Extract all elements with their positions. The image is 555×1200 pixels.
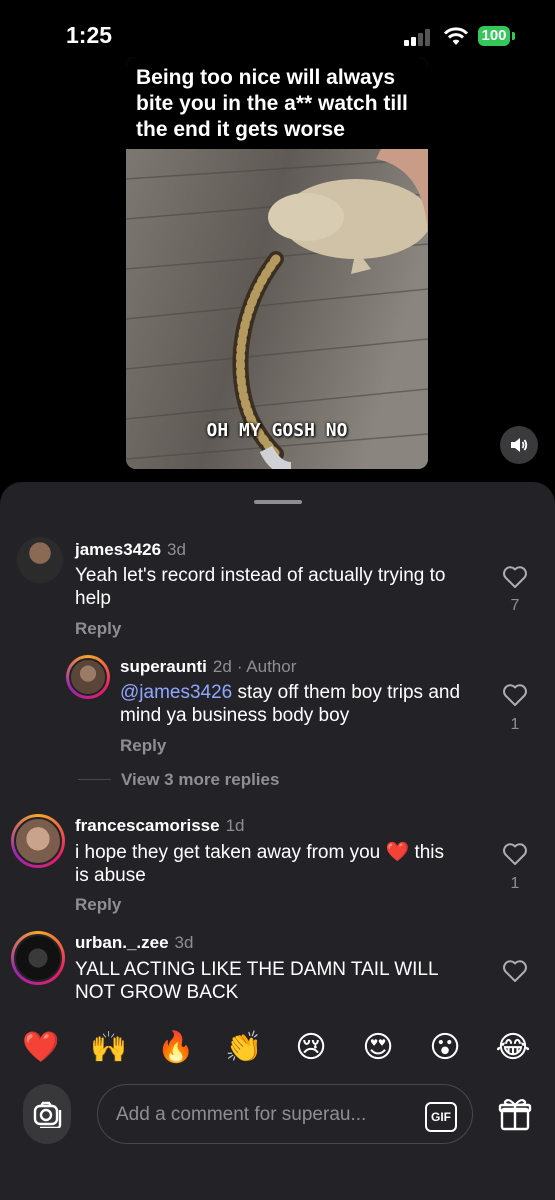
- heart-outline-icon[interactable]: [502, 842, 528, 866]
- gift-icon[interactable]: [498, 1097, 532, 1131]
- heart-outline-icon[interactable]: [502, 565, 528, 589]
- comment-age: 1d: [225, 816, 245, 835]
- video-overlay-text: OH MY GOSH NO: [206, 420, 348, 441]
- like-count: 1: [510, 716, 520, 733]
- emoji-raised-hands-button[interactable]: 🙌: [89, 1028, 129, 1068]
- emoji-fire-button[interactable]: 🔥: [156, 1028, 196, 1068]
- video-player[interactable]: Being too nice will always bite you in t…: [126, 57, 428, 469]
- like-count: 7: [510, 597, 520, 614]
- like-count: 1: [510, 875, 520, 892]
- comment-username[interactable]: superaunti 2d · Author: [120, 657, 296, 677]
- comment-text: Yeah let's record instead of actually tr…: [75, 565, 446, 609]
- reply-button[interactable]: Reply: [120, 736, 166, 756]
- comment-input[interactable]: Add a comment for superau... GIF: [97, 1084, 473, 1144]
- avatar[interactable]: [17, 537, 63, 583]
- comment-username[interactable]: james3426 3d: [75, 540, 186, 560]
- emoji-wow-button[interactable]: 😮: [425, 1028, 465, 1068]
- comment-text: @james3426 stay off them boy trips and m…: [120, 682, 461, 726]
- status-time: 1:25: [66, 22, 113, 48]
- battery-tip: [512, 32, 515, 40]
- emoji-clap-button[interactable]: 👏: [224, 1028, 264, 1068]
- video-caption-box: Being too nice will always bite you in t…: [126, 57, 428, 149]
- comment-age: 2d: [212, 657, 232, 676]
- comment-composer: Add a comment for superau... GIF: [0, 1080, 555, 1150]
- author-label: · Author: [236, 657, 297, 676]
- view-more-divider: [78, 779, 111, 780]
- reply-button[interactable]: Reply: [75, 619, 121, 639]
- gif-button[interactable]: GIF: [425, 1102, 457, 1132]
- avatar[interactable]: [69, 658, 107, 696]
- camera-icon: [33, 1101, 62, 1128]
- avatar[interactable]: [14, 934, 62, 982]
- comment-username[interactable]: urban._.zee 3d: [75, 933, 193, 953]
- avatar[interactable]: [14, 817, 62, 865]
- battery-indicator: 100: [478, 26, 510, 46]
- view-more-replies-button[interactable]: View 3 more replies: [121, 770, 279, 790]
- camera-button[interactable]: [23, 1084, 71, 1144]
- comment-age: 3d: [167, 540, 186, 559]
- heart-outline-icon[interactable]: [502, 683, 528, 707]
- comment-input-placeholder: Add a comment for superau...: [116, 1104, 367, 1125]
- comment-age: 3d: [174, 933, 194, 952]
- emoji-heart-button[interactable]: ❤️: [21, 1028, 61, 1068]
- quick-emoji-bar: ❤️ 🙌 🔥 👏 😢 😍 😮 😂: [0, 1028, 555, 1068]
- emoji-cry-button[interactable]: 😢: [291, 1028, 331, 1068]
- wifi-icon: [443, 27, 469, 45]
- video-caption: Being too nice will always bite you in t…: [136, 66, 408, 141]
- heart-outline-icon[interactable]: [502, 959, 528, 983]
- emoji-heart-eyes-button[interactable]: 😍: [358, 1028, 398, 1068]
- sound-toggle-button[interactable]: [500, 426, 538, 464]
- comment-text: i hope they get taken away from you ❤️ t…: [75, 842, 445, 886]
- comment-text: YALL ACTING LIKE THE DAMN TAIL WILL NOT …: [75, 959, 438, 1003]
- reply-button[interactable]: Reply: [75, 895, 121, 915]
- emoji-laugh-button[interactable]: 😂: [493, 1028, 533, 1068]
- sheet-drag-handle[interactable]: [254, 500, 302, 504]
- mention-link[interactable]: @james3426: [120, 682, 232, 703]
- cellular-signal-icon: [404, 29, 432, 46]
- comment-username[interactable]: francescamorisse 1d: [75, 816, 245, 836]
- speaker-icon: [511, 438, 528, 452]
